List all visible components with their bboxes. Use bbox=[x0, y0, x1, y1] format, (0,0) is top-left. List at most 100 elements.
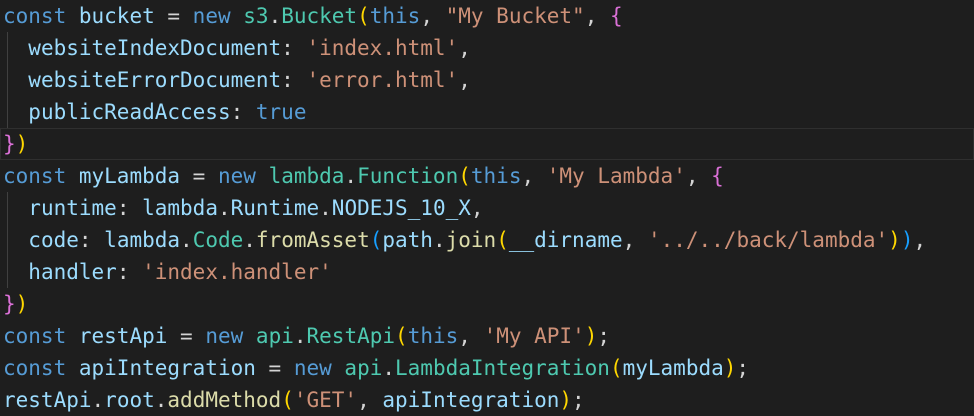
code-line[interactable]: websiteIndexDocument: 'index.html', bbox=[0, 32, 974, 64]
code-token: ; bbox=[572, 388, 585, 412]
code-token: , bbox=[470, 196, 484, 220]
code-token: lambda bbox=[142, 196, 218, 220]
code-token: . bbox=[91, 388, 105, 412]
code-token: ( bbox=[369, 228, 383, 252]
code-token: = bbox=[255, 356, 294, 380]
indent-guide bbox=[7, 256, 8, 288]
code-token: , bbox=[685, 164, 712, 188]
code-token: ) bbox=[900, 228, 914, 252]
code-token: . bbox=[180, 228, 193, 252]
code-line[interactable]: const apiIntegration = new api.LambdaInt… bbox=[0, 352, 974, 384]
code-token: handler bbox=[28, 260, 117, 284]
code-token: publicReadAccess bbox=[28, 100, 231, 124]
code-token: addMethod bbox=[167, 388, 282, 412]
code-token: = bbox=[167, 324, 206, 348]
code-token: restApi bbox=[3, 388, 92, 412]
indent-guide bbox=[7, 96, 8, 128]
code-token: = bbox=[180, 164, 218, 188]
code-token: . bbox=[344, 164, 358, 188]
code-token: ( bbox=[609, 356, 623, 380]
code-token: LambdaIntegration bbox=[395, 356, 610, 380]
code-token: new bbox=[205, 324, 244, 348]
code-line[interactable]: const myLambda = new lambda.Function(thi… bbox=[0, 160, 974, 192]
code-line[interactable]: }) bbox=[0, 128, 974, 160]
code-token: '../../back/lambda' bbox=[647, 228, 889, 252]
code-token: 'GET' bbox=[293, 388, 358, 412]
code-token: ) bbox=[15, 292, 29, 316]
code-token: ) bbox=[888, 228, 901, 252]
code-token: Runtime bbox=[230, 196, 320, 220]
code-token: RestApi bbox=[306, 324, 396, 348]
code-token: lambda bbox=[104, 228, 181, 252]
code-token: ( bbox=[281, 388, 294, 412]
code-token: restApi bbox=[78, 324, 168, 348]
code-token: new bbox=[293, 356, 332, 380]
code-token: , bbox=[458, 68, 471, 92]
indent-guide bbox=[7, 64, 8, 96]
code-token: . bbox=[293, 324, 307, 348]
code-token: path bbox=[382, 228, 433, 252]
code-token: , bbox=[913, 228, 927, 252]
code-token: const bbox=[3, 356, 67, 380]
code-token: this bbox=[369, 4, 421, 28]
code-token: , bbox=[357, 388, 383, 412]
code-line[interactable]: runtime: lambda.Runtime.NODEJS_10_X, bbox=[0, 192, 974, 224]
code-token: true bbox=[255, 100, 307, 124]
code-token: ( bbox=[395, 324, 408, 348]
code-line[interactable]: restApi.root.addMethod('GET', apiIntegra… bbox=[0, 384, 974, 416]
code-token: { bbox=[609, 4, 623, 28]
code-token: bucket bbox=[78, 4, 155, 28]
code-token: : bbox=[281, 36, 307, 60]
code-token: . bbox=[382, 356, 396, 380]
indent-guide bbox=[7, 32, 8, 64]
code-token: ; bbox=[736, 356, 750, 380]
code-token: api bbox=[255, 324, 294, 348]
code-token: "My Bucket" bbox=[445, 4, 585, 28]
code-token: 'index.handler' bbox=[142, 260, 332, 284]
code-token: ; bbox=[597, 324, 611, 348]
code-token: } bbox=[3, 292, 16, 316]
code-token: websiteIndexDocument bbox=[28, 36, 282, 60]
code-token: . bbox=[268, 4, 282, 28]
code-line[interactable]: handler: 'index.handler' bbox=[0, 256, 974, 288]
code-token: 'My Lambda' bbox=[546, 164, 686, 188]
code-line[interactable]: code: lambda.Code.fromAsset(path.join(__… bbox=[0, 224, 974, 256]
code-line[interactable]: publicReadAccess: true bbox=[0, 96, 974, 128]
code-token: myLambda bbox=[78, 164, 181, 188]
code-token: 'error.html' bbox=[306, 68, 459, 92]
code-token: this bbox=[470, 164, 522, 188]
code-token: , bbox=[622, 228, 648, 252]
code-token: myLambda bbox=[622, 356, 724, 380]
code-line[interactable]: }) bbox=[0, 288, 974, 320]
code-token: . bbox=[319, 196, 332, 220]
code-token: fromAsset bbox=[255, 228, 370, 252]
code-line[interactable]: const bucket = new s3.Bucket(this, "My B… bbox=[0, 0, 974, 32]
code-token: : bbox=[78, 228, 105, 252]
code-token: apiIntegration bbox=[78, 356, 256, 380]
code-token: ) bbox=[584, 324, 598, 348]
code-token: lambda bbox=[268, 164, 345, 188]
code-token: new bbox=[217, 164, 256, 188]
code-token: websiteErrorDocument bbox=[28, 68, 282, 92]
code-token: ( bbox=[357, 4, 370, 28]
code-line[interactable]: const restApi = new api.RestApi(this, 'M… bbox=[0, 320, 974, 352]
code-line[interactable]: websiteErrorDocument: 'error.html', bbox=[0, 64, 974, 96]
code-token: : bbox=[281, 68, 307, 92]
code-token: Function bbox=[357, 164, 459, 188]
code-token: : bbox=[230, 100, 256, 124]
code-token: { bbox=[711, 164, 724, 188]
code-token: ( bbox=[496, 228, 509, 252]
indent-guide bbox=[7, 192, 8, 224]
code-token: const bbox=[3, 4, 67, 28]
code-token: } bbox=[3, 132, 16, 156]
code-token: NODEJS_10_X bbox=[331, 196, 471, 220]
code-token: . bbox=[217, 196, 231, 220]
code-token: apiIntegration bbox=[382, 388, 560, 412]
code-token: . bbox=[154, 388, 168, 412]
code-editor[interactable]: const bucket = new s3.Bucket(this, "My B… bbox=[0, 0, 974, 416]
